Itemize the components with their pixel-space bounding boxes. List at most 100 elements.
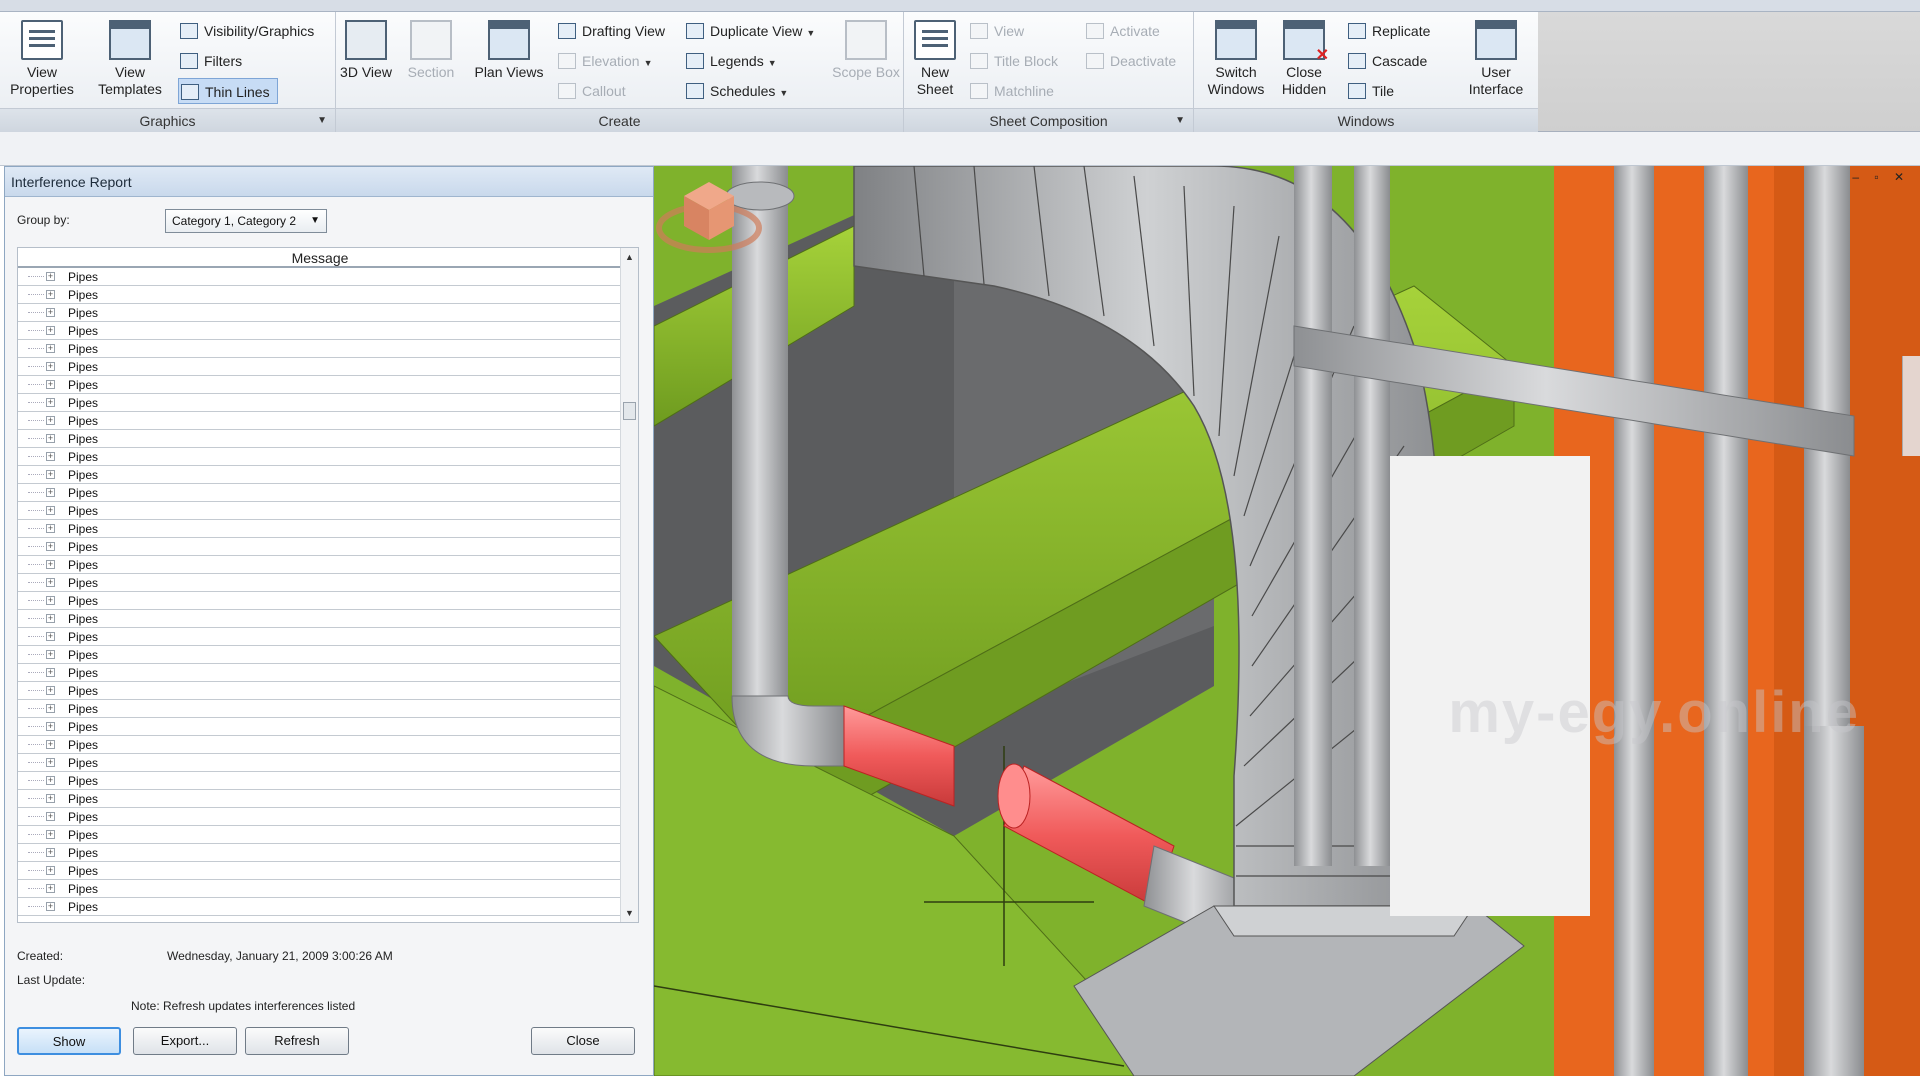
expand-icon[interactable]: +	[46, 794, 55, 803]
list-item[interactable]: + Pipes	[18, 592, 622, 610]
expand-icon[interactable]: +	[46, 470, 55, 479]
expand-icon[interactable]: +	[46, 452, 55, 461]
list-item[interactable]: + Pipes	[18, 268, 622, 286]
list-item[interactable]: + Pipes	[18, 862, 622, 880]
refresh-button[interactable]: Refresh	[245, 1027, 349, 1055]
expand-icon[interactable]: +	[46, 398, 55, 407]
navigation-bar[interactable]	[1902, 356, 1920, 456]
expand-icon[interactable]: +	[46, 578, 55, 587]
expand-icon[interactable]: +	[46, 866, 55, 875]
scroll-up-icon[interactable]: ▲	[621, 248, 638, 266]
list-item[interactable]: + Pipes	[18, 628, 622, 646]
list-item[interactable]: + Pipes	[18, 898, 622, 916]
list-item[interactable]: + Pipes	[18, 826, 622, 844]
list-item[interactable]: + Pipes	[18, 358, 622, 376]
list-item[interactable]: + Pipes	[18, 502, 622, 520]
list-item[interactable]: + Pipes	[18, 700, 622, 718]
expand-icon[interactable]: +	[46, 488, 55, 497]
plan-views-button[interactable]: Plan Views	[464, 16, 554, 108]
list-item[interactable]: + Pipes	[18, 376, 622, 394]
visibility-graphics-button[interactable]: Visibility/Graphics	[178, 18, 314, 44]
expand-icon[interactable]: +	[46, 506, 55, 515]
view-place-button[interactable]: View	[968, 18, 1024, 44]
matchline-button[interactable]: Matchline	[968, 78, 1054, 104]
expand-icon[interactable]: +	[46, 776, 55, 785]
3d-viewport[interactable]: – ▫ ✕ my-egy.online	[654, 166, 1920, 1076]
list-item[interactable]: + Pipes	[18, 304, 622, 322]
sheet-composition-expand-icon[interactable]: ▼	[1175, 109, 1185, 133]
list-item[interactable]: + Pipes	[18, 322, 622, 340]
list-item[interactable]: + Pipes	[18, 718, 622, 736]
expand-icon[interactable]: +	[46, 290, 55, 299]
expand-icon[interactable]: +	[46, 326, 55, 335]
filters-button[interactable]: Filters	[178, 48, 242, 74]
list-item[interactable]: + Pipes	[18, 538, 622, 556]
expand-icon[interactable]: +	[46, 308, 55, 317]
viewcube-icon[interactable]	[654, 166, 764, 256]
list-item[interactable]: + Pipes	[18, 736, 622, 754]
expand-icon[interactable]: +	[46, 884, 55, 893]
list-item[interactable]: + Pipes	[18, 610, 622, 628]
expand-icon[interactable]: +	[46, 848, 55, 857]
expand-icon[interactable]: +	[46, 740, 55, 749]
expand-icon[interactable]: +	[46, 686, 55, 695]
callout-button[interactable]: Callout	[556, 78, 626, 104]
expand-icon[interactable]: +	[46, 434, 55, 443]
expand-icon[interactable]: +	[46, 812, 55, 821]
expand-icon[interactable]: +	[46, 614, 55, 623]
scroll-thumb[interactable]	[623, 402, 636, 420]
expand-icon[interactable]: +	[46, 650, 55, 659]
message-column-header[interactable]: Message	[18, 248, 622, 268]
expand-icon[interactable]: +	[46, 704, 55, 713]
title-block-button[interactable]: Title Block	[968, 48, 1058, 74]
graphics-expand-icon[interactable]: ▼	[317, 109, 327, 133]
list-item[interactable]: + Pipes	[18, 340, 622, 358]
list-scrollbar[interactable]: ▲ ▼	[620, 248, 638, 922]
expand-icon[interactable]: +	[46, 758, 55, 767]
activate-button[interactable]: Activate	[1084, 18, 1160, 44]
group-by-select[interactable]: Category 1, Category 2 ▼	[165, 209, 327, 233]
expand-icon[interactable]: +	[46, 830, 55, 839]
expand-icon[interactable]: +	[46, 344, 55, 353]
expand-icon[interactable]: +	[46, 380, 55, 389]
list-item[interactable]: + Pipes	[18, 412, 622, 430]
list-item[interactable]: + Pipes	[18, 448, 622, 466]
list-item[interactable]: + Pipes	[18, 574, 622, 592]
expand-icon[interactable]: +	[46, 632, 55, 641]
schedules-button[interactable]: Schedules ▼	[684, 78, 788, 104]
list-item[interactable]: + Pipes	[18, 790, 622, 808]
list-item[interactable]: + Pipes	[18, 286, 622, 304]
view-templates-button[interactable]: View Templates	[90, 16, 170, 108]
3d-view-button[interactable]: 3D View	[336, 16, 396, 108]
list-item[interactable]: + Pipes	[18, 394, 622, 412]
expand-icon[interactable]: +	[46, 902, 55, 911]
expand-icon[interactable]: +	[46, 524, 55, 533]
expand-icon[interactable]: +	[46, 272, 55, 281]
list-item[interactable]: + Pipes	[18, 646, 622, 664]
scope-box-button[interactable]: Scope Box	[832, 16, 900, 108]
expand-icon[interactable]: +	[46, 416, 55, 425]
list-item[interactable]: + Pipes	[18, 664, 622, 682]
list-item[interactable]: + Pipes	[18, 772, 622, 790]
thin-lines-button[interactable]: Thin Lines	[178, 78, 278, 104]
legends-button[interactable]: Legends ▼	[684, 48, 777, 74]
elevation-button[interactable]: Elevation ▼	[556, 48, 653, 74]
drafting-view-button[interactable]: Drafting View	[556, 18, 665, 44]
expand-icon[interactable]: +	[46, 542, 55, 551]
list-item[interactable]: + Pipes	[18, 556, 622, 574]
expand-icon[interactable]: +	[46, 722, 55, 731]
close-hidden-button[interactable]: Close Hidden	[1274, 16, 1334, 108]
expand-icon[interactable]: +	[46, 596, 55, 605]
section-button[interactable]: Section	[394, 16, 468, 108]
export-button[interactable]: Export...	[133, 1027, 237, 1055]
replicate-button[interactable]: Replicate	[1346, 18, 1430, 44]
scroll-down-icon[interactable]: ▼	[621, 904, 638, 922]
expand-icon[interactable]: +	[46, 560, 55, 569]
list-item[interactable]: + Pipes	[18, 682, 622, 700]
deactivate-button[interactable]: Deactivate	[1084, 48, 1176, 74]
show-button[interactable]: Show	[17, 1027, 121, 1055]
user-interface-button[interactable]: User Interface	[1456, 16, 1536, 108]
duplicate-view-button[interactable]: Duplicate View ▼	[684, 18, 815, 44]
list-item[interactable]: + Pipes	[18, 844, 622, 862]
close-button[interactable]: Close	[531, 1027, 635, 1055]
